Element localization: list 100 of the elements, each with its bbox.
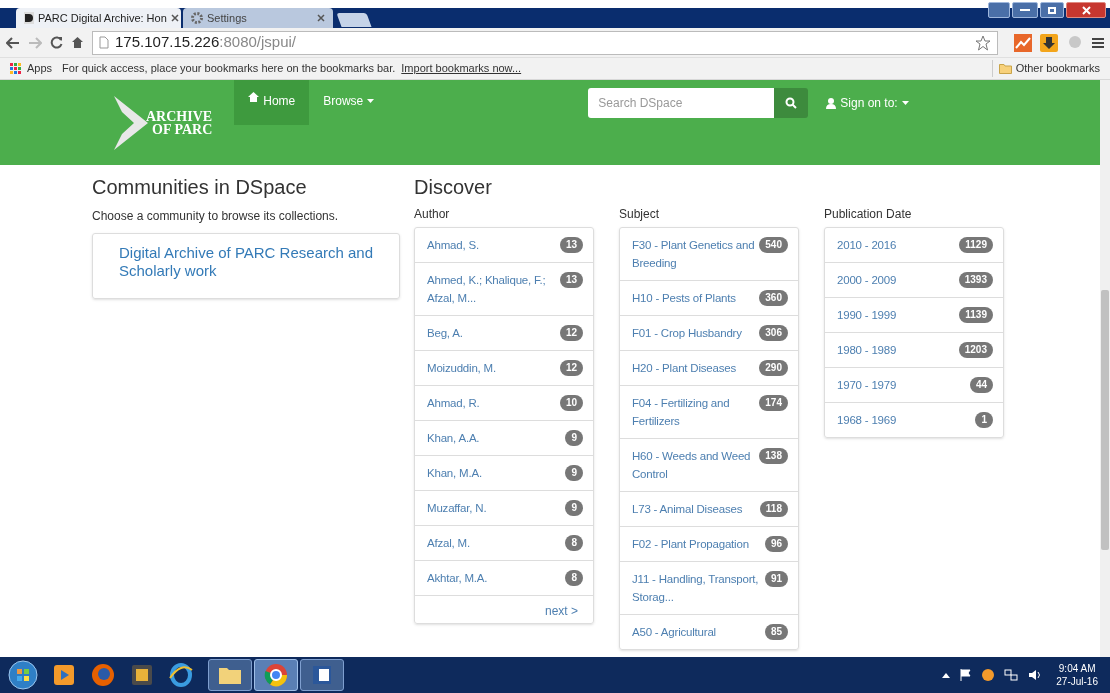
facet-link[interactable]: H20 - Plant Diseases [632,359,758,377]
count-badge: 10 [559,395,583,411]
nav-link[interactable]: Browse [309,80,389,125]
tray-expand-icon[interactable] [942,672,951,678]
internet-explorer-icon[interactable] [168,662,194,688]
count-badge: 1139 [959,307,993,323]
facet-title: Publication Date [824,206,913,223]
caret-icon [901,101,909,105]
site-favicon [24,12,34,24]
count-badge: 44 [969,377,993,393]
tray-app-icon[interactable] [982,669,995,681]
count-badge: 540 [759,237,788,253]
download-extension-icon[interactable] [1040,33,1058,52]
clock[interactable]: 9:04 AM 27-Jul-16 [1052,662,1102,688]
star-icon[interactable] [975,34,991,51]
facet-link[interactable]: Afzal, M. [427,534,564,552]
facet-link[interactable]: Khan, M.A. [427,464,564,482]
facet-link[interactable]: F04 - Fertilizing and Fertilizers [632,394,758,430]
facet-link[interactable]: 1968 - 1969 [837,411,974,429]
facet-link[interactable]: Ahmad, S. [427,236,558,254]
site-logo[interactable]: ARCHIVE OF PARC [112,94,213,152]
nav-link[interactable]: Home [234,80,310,125]
import-bookmarks-link[interactable]: Import bookmarks now... [401,60,522,77]
caret-icon [367,99,375,103]
start-button[interactable] [8,660,38,690]
close-button[interactable] [1066,2,1106,18]
facet-link[interactable]: Moizuddin, M. [427,359,558,377]
gear-icon [191,12,203,24]
facet-link[interactable]: H60 - Weeds and Weed Control [632,447,758,483]
facet-link[interactable]: F02 - Plant Propagation [632,535,763,553]
profile-button[interactable] [988,2,1010,18]
count-badge: 8 [565,535,583,551]
facet-link[interactable]: H10 - Pests of Plants [632,289,758,307]
apps-icon[interactable] [10,63,21,74]
facet-title: Author [414,206,451,223]
facet-link[interactable]: L73 - Animal Diseases [632,500,758,518]
app-icon[interactable] [130,663,154,687]
facet-link[interactable]: 1970 - 1979 [837,376,968,394]
facet-link[interactable]: Ahmad, R. [427,394,558,412]
count-badge: 1129 [959,237,993,253]
facet-link[interactable]: Akhtar, M.A. [427,569,564,587]
close-icon[interactable] [170,14,179,22]
count-badge: 290 [759,360,788,376]
count-badge: 12 [559,360,583,376]
facet-link[interactable]: 1990 - 1999 [837,306,958,324]
search-button[interactable] [774,88,809,118]
home-icon [248,92,260,102]
facet-link[interactable]: 1980 - 1989 [837,341,957,359]
network-icon[interactable] [1004,669,1019,681]
user-icon [826,97,837,109]
sign-on-menu[interactable]: Sign on to: [818,88,917,118]
file-explorer-icon[interactable] [208,659,252,691]
media-player-icon[interactable] [52,663,76,687]
facet-link[interactable]: Muzaffar, N. [427,499,564,517]
chart-extension-icon[interactable] [1014,33,1032,52]
count-badge: 12 [559,325,583,341]
close-icon[interactable] [317,14,325,22]
count-badge: 9 [565,430,583,446]
apps-link[interactable]: Apps [27,60,53,77]
menu-icon[interactable] [1092,35,1104,50]
browser-tab[interactable]: PARC Digital Archive: Hon [16,8,181,28]
count-badge: 1203 [958,342,993,358]
section-heading: Discover [414,175,493,200]
count-badge: 96 [764,536,788,552]
page-icon [99,36,109,49]
minimize-button[interactable] [1012,2,1038,18]
address-bar[interactable]: 175.107.15.226:8080/jspui/ [92,30,998,55]
count-badge: 360 [759,290,788,306]
next-link[interactable]: next > [544,603,578,619]
restore-button[interactable] [1040,2,1064,18]
facet-link[interactable]: Khan, A.A. [427,429,564,447]
browser-tab[interactable]: Settings [183,8,333,28]
chrome-icon[interactable] [254,659,298,691]
volume-icon[interactable] [1028,669,1043,681]
facet-link[interactable]: A50 - Agricultural [632,623,763,641]
facet-link[interactable]: F01 - Crop Husbandry [632,324,758,342]
facet-link[interactable]: Beg, A. [427,324,558,342]
other-bookmarks-link[interactable]: Other bookmarks [1015,60,1100,77]
facet-link[interactable]: J11 - Handling, Transport, Storag... [632,570,763,606]
facet-title: Subject [619,206,661,223]
count-badge: 1 [975,412,993,428]
bookmarks-hint: For quick access, place your bookmarks here on the bookmarks bar. [62,61,396,77]
back-icon[interactable] [6,36,20,49]
url-text: 175.107.15.226:8080/jspui/ [115,32,296,53]
count-badge: 174 [759,395,788,411]
folder-icon [998,63,1012,74]
search-field[interactable]: Search DSpace [588,88,775,118]
facet-link[interactable]: 2010 - 2016 [837,236,958,254]
facet-link[interactable]: F30 - Plant Genetics and Breeding [632,236,758,272]
new-tab-button[interactable] [336,13,372,27]
facet-link[interactable]: Ahmed, K.; Khalique, F.; Afzal, M... [427,271,558,307]
home-icon[interactable] [71,36,84,49]
count-badge: 8 [565,570,583,586]
count-badge: 138 [759,448,788,464]
count-badge: 118 [759,501,788,517]
facet-link[interactable]: 2000 - 2009 [837,271,957,289]
count-badge: 9 [565,465,583,481]
flag-icon[interactable] [960,669,973,681]
scrollbar[interactable] [1100,80,1110,657]
reload-icon[interactable] [50,36,63,49]
